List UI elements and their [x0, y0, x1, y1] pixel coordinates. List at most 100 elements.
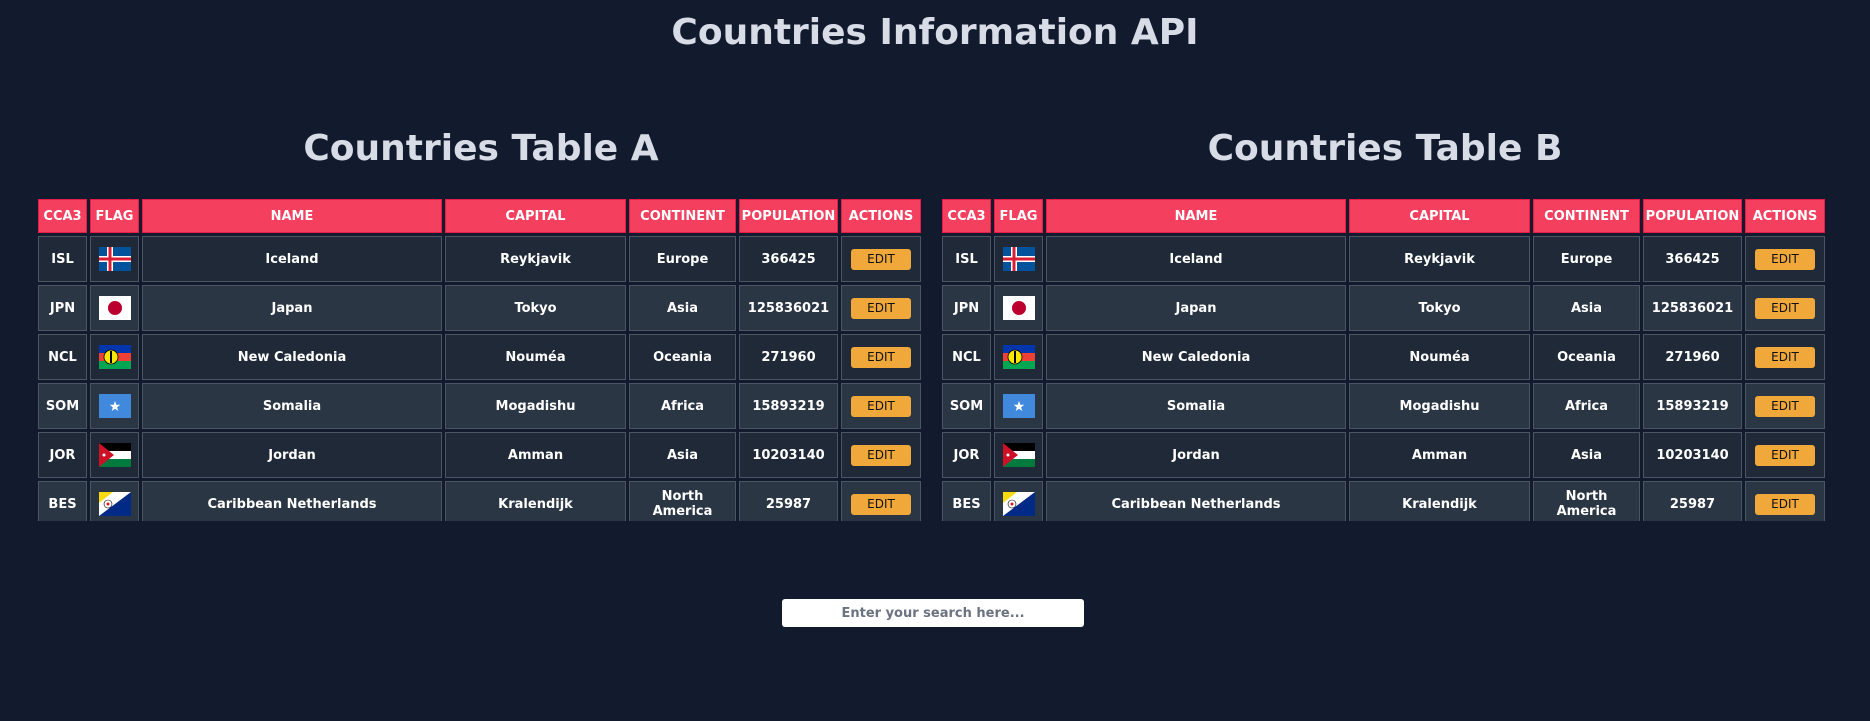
cell-population: 125836021: [739, 285, 838, 331]
cell-flag: [994, 236, 1043, 282]
table-a-section: Countries Table A CCA3 FLAG NAME CAPITAL…: [38, 120, 924, 521]
cell-capital: Kralendijk: [1349, 481, 1530, 521]
column-header-cca3[interactable]: CCA3: [38, 199, 87, 233]
cell-continent: Asia: [629, 285, 736, 331]
cell-flag: [994, 285, 1043, 331]
column-header-actions[interactable]: ACTIONS: [1745, 199, 1825, 233]
table-b-scroll[interactable]: CCA3 FLAG NAME CAPITAL CONTINENT POPULAT…: [942, 199, 1828, 521]
cell-actions: EDIT: [1745, 432, 1825, 478]
caribbean-netherlands-flag-icon: [98, 492, 131, 516]
table-header-row: CCA3 FLAG NAME CAPITAL CONTINENT POPULAT…: [38, 199, 921, 233]
column-header-capital[interactable]: CAPITAL: [1349, 199, 1530, 233]
table-row: JPN Japan Tokyo Asia 125836021 EDIT: [942, 285, 1825, 331]
column-header-cca3[interactable]: CCA3: [942, 199, 991, 233]
cell-population: 15893219: [1643, 383, 1742, 429]
edit-button[interactable]: EDIT: [851, 297, 911, 319]
column-header-continent[interactable]: CONTINENT: [1533, 199, 1640, 233]
cell-continent: Africa: [629, 383, 736, 429]
japan-flag-icon: [98, 296, 131, 320]
cell-population: 25987: [739, 481, 838, 521]
cell-population: 10203140: [739, 432, 838, 478]
jordan-flag-icon: [1002, 443, 1035, 467]
table-a-scroll[interactable]: CCA3 FLAG NAME CAPITAL CONTINENT POPULAT…: [38, 199, 924, 521]
cell-name: Japan: [142, 285, 442, 331]
column-header-name[interactable]: NAME: [1046, 199, 1346, 233]
cell-continent: Oceania: [629, 334, 736, 380]
cell-capital: Nouméa: [1349, 334, 1530, 380]
cell-cca3: BES: [38, 481, 87, 521]
cell-cca3: JOR: [38, 432, 87, 478]
cell-cca3: SOM: [38, 383, 87, 429]
cell-name: Jordan: [142, 432, 442, 478]
column-header-flag[interactable]: FLAG: [90, 199, 139, 233]
edit-button[interactable]: EDIT: [851, 346, 911, 368]
cell-population: 271960: [1643, 334, 1742, 380]
page-title: Countries Information API: [671, 12, 1199, 53]
column-header-flag[interactable]: FLAG: [994, 199, 1043, 233]
table-row: ISL Iceland Reykjavik Europe 366425 EDIT: [942, 236, 1825, 282]
cell-actions: EDIT: [841, 334, 921, 380]
countries-table-a: CCA3 FLAG NAME CAPITAL CONTINENT POPULAT…: [38, 199, 924, 521]
cell-actions: EDIT: [1745, 236, 1825, 282]
table-b-title: Countries Table B: [1207, 128, 1563, 169]
cell-cca3: NCL: [942, 334, 991, 380]
table-row: NCL New Caledonia Nouméa Oceania 271960 EDIT: [942, 334, 1825, 380]
cell-actions: EDIT: [841, 383, 921, 429]
cell-name: Somalia: [1046, 383, 1346, 429]
cell-population: 366425: [739, 236, 838, 282]
cell-flag: [994, 432, 1043, 478]
cell-continent: North America: [1533, 481, 1640, 521]
cell-continent: Africa: [1533, 383, 1640, 429]
cell-actions: EDIT: [841, 285, 921, 331]
cell-flag: [994, 383, 1043, 429]
cell-population: 10203140: [1643, 432, 1742, 478]
cell-actions: EDIT: [841, 236, 921, 282]
caribbean-netherlands-flag-icon: [1002, 492, 1035, 516]
table-row: BES Caribbean Netherlands Kralendijk North …: [38, 481, 921, 521]
cell-cca3: NCL: [38, 334, 87, 380]
column-header-actions[interactable]: ACTIONS: [841, 199, 921, 233]
cell-cca3: JPN: [942, 285, 991, 331]
edit-button[interactable]: EDIT: [1755, 346, 1815, 368]
edit-button[interactable]: EDIT: [851, 493, 911, 515]
cell-actions: EDIT: [1745, 285, 1825, 331]
table-row: NCL New Caledonia Nouméa Oceania 271960 EDIT: [38, 334, 921, 380]
cell-capital: Reykjavik: [445, 236, 626, 282]
edit-button[interactable]: EDIT: [1755, 297, 1815, 319]
cell-name: Iceland: [1046, 236, 1346, 282]
cell-cca3: SOM: [942, 383, 991, 429]
edit-button[interactable]: EDIT: [1755, 395, 1815, 417]
table-b-body: ISL Iceland Reykjavik Europe 366425 EDIT JPN Ja…: [942, 236, 1825, 521]
cell-capital: Mogadishu: [445, 383, 626, 429]
edit-button[interactable]: EDIT: [1755, 248, 1815, 270]
edit-button[interactable]: EDIT: [851, 395, 911, 417]
cell-capital: Mogadishu: [1349, 383, 1530, 429]
new-caledonia-flag-icon: [98, 345, 131, 369]
column-header-name[interactable]: NAME: [142, 199, 442, 233]
table-row: JOR Jordan Amman Asia 10203140 EDIT: [942, 432, 1825, 478]
edit-button[interactable]: EDIT: [851, 248, 911, 270]
edit-button[interactable]: EDIT: [1755, 444, 1815, 466]
cell-name: New Caledonia: [1046, 334, 1346, 380]
cell-name: Iceland: [142, 236, 442, 282]
cell-flag: [90, 236, 139, 282]
cell-name: Caribbean Netherlands: [142, 481, 442, 521]
cell-flag: [90, 432, 139, 478]
cell-flag: [90, 481, 139, 521]
cell-actions: EDIT: [1745, 383, 1825, 429]
somalia-flag-icon: [1002, 394, 1035, 418]
cell-name: Somalia: [142, 383, 442, 429]
cell-population: 25987: [1643, 481, 1742, 521]
edit-button[interactable]: EDIT: [1755, 493, 1815, 515]
iceland-flag-icon: [1002, 247, 1035, 271]
edit-button[interactable]: EDIT: [851, 444, 911, 466]
column-header-continent[interactable]: CONTINENT: [629, 199, 736, 233]
column-header-population[interactable]: POPULATION: [1643, 199, 1742, 233]
table-row: JOR Jordan Amman Asia 10203140 EDIT: [38, 432, 921, 478]
cell-flag: [994, 334, 1043, 380]
column-header-population[interactable]: POPULATION: [739, 199, 838, 233]
search-input[interactable]: [782, 599, 1084, 627]
cell-name: Jordan: [1046, 432, 1346, 478]
column-header-capital[interactable]: CAPITAL: [445, 199, 626, 233]
cell-capital: Reykjavik: [1349, 236, 1530, 282]
